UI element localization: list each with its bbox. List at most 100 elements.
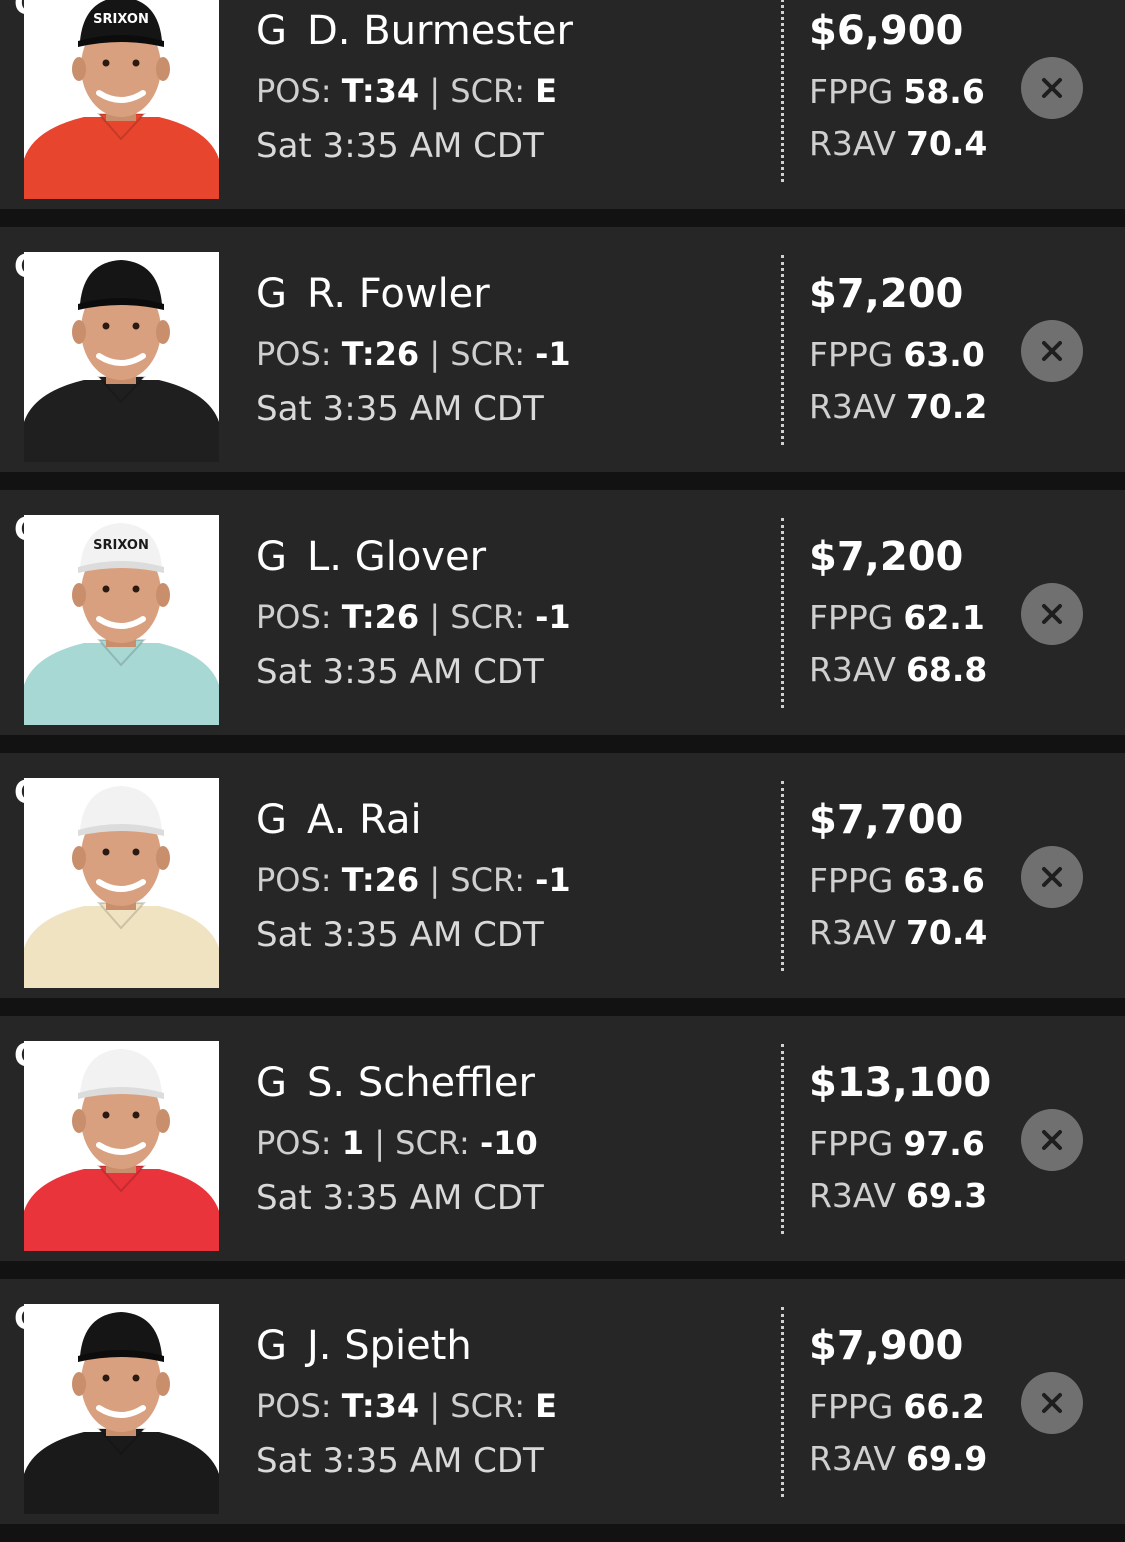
r3av-stat: R3AV 68.8 [809, 650, 987, 689]
player-name[interactable]: G D. Burmester [256, 8, 573, 54]
pos-value: T:26 [341, 335, 420, 373]
r3av-label: R3AV [809, 650, 896, 689]
r3av-stat: R3AV 69.9 [809, 1439, 987, 1478]
divider [781, 255, 784, 445]
player-name[interactable]: G A. Rai [256, 797, 422, 843]
scr-label: SCR: [450, 861, 525, 899]
scr-value: -1 [535, 598, 571, 636]
fppg-stat: FPPG 62.1 [809, 598, 985, 637]
player-headshot [24, 1041, 219, 1251]
close-icon [1042, 1393, 1062, 1413]
player-position: G [256, 271, 287, 317]
player-position: G [256, 1323, 287, 1369]
pos-label: POS: [256, 1387, 332, 1425]
player-salary: $6,900 [809, 8, 964, 54]
player-position: G [256, 534, 287, 580]
r3av-label: R3AV [809, 913, 896, 952]
player-row[interactable]: G SRIXON G D. Burmester POS: T:34 | SCR: … [0, 0, 1125, 209]
player-standing: POS: T:26 | SCR: -1 [256, 861, 571, 899]
pos-value: T:26 [341, 598, 420, 636]
r3av-value: 70.4 [905, 124, 988, 163]
close-icon [1042, 1130, 1062, 1150]
close-icon [1042, 78, 1062, 98]
player-headshot: SRIXON [24, 0, 219, 199]
r3av-value: 68.8 [905, 650, 988, 689]
r3av-value: 69.9 [905, 1439, 988, 1478]
player-position: G [256, 797, 287, 843]
player-headshot [24, 778, 219, 988]
player-salary: $7,700 [809, 797, 964, 843]
pos-label: POS: [256, 335, 332, 373]
remove-player-button[interactable] [1021, 846, 1083, 908]
r3av-label: R3AV [809, 1176, 896, 1215]
scr-label: SCR: [450, 335, 525, 373]
lineup-list: G SRIXON G D. Burmester POS: T:34 | SCR: … [0, 0, 1125, 1542]
player-row[interactable]: G G A. Rai POS: T:26 | SCR: -1 Sat 3:35 A… [0, 753, 1125, 998]
player-standing: POS: T:34 | SCR: E [256, 1387, 557, 1425]
r3av-value: 69.3 [905, 1176, 988, 1215]
player-name-text: R. Fowler [307, 271, 490, 317]
player-row[interactable]: G G R. Fowler POS: T:26 | SCR: -1 Sat 3:3… [0, 227, 1125, 472]
player-salary: $7,200 [809, 534, 964, 580]
r3av-stat: R3AV 70.2 [809, 387, 987, 426]
player-row[interactable]: G G J. Spieth POS: T:34 | SCR: E Sat 3:35… [0, 1279, 1125, 1524]
remove-player-button[interactable] [1021, 57, 1083, 119]
scr-label: SCR: [395, 1124, 470, 1162]
player-name[interactable]: G R. Fowler [256, 271, 490, 317]
fppg-label: FPPG [809, 1387, 894, 1426]
pos-value: T:26 [341, 861, 420, 899]
scr-label: SCR: [450, 72, 525, 110]
remove-player-button[interactable] [1021, 583, 1083, 645]
scr-value: -1 [535, 861, 571, 899]
player-name-text: D. Burmester [307, 8, 573, 54]
r3av-value: 70.2 [905, 387, 988, 426]
tee-time: Sat 3:35 AM CDT [256, 1178, 544, 1218]
pos-label: POS: [256, 598, 332, 636]
close-icon [1042, 604, 1062, 624]
scr-label: SCR: [450, 1387, 525, 1425]
player-standing: POS: 1 | SCR: -10 [256, 1124, 538, 1162]
player-name-text: A. Rai [307, 797, 422, 843]
pos-value: T:34 [341, 72, 420, 110]
pos-value: 1 [341, 1124, 365, 1162]
tee-time: Sat 3:35 AM CDT [256, 389, 544, 429]
divider [781, 781, 784, 971]
player-name-text: L. Glover [307, 534, 487, 580]
player-row[interactable]: G SRIXON GL. Glover POS: T:26 | SCR: -1 … [0, 490, 1125, 735]
r3av-stat: R3AV 69.3 [809, 1176, 987, 1215]
remove-player-button[interactable] [1021, 1109, 1083, 1171]
fppg-stat: FPPG 63.0 [809, 335, 985, 374]
svg-text:SRIXON: SRIXON [93, 12, 149, 27]
r3av-value: 70.4 [905, 913, 988, 952]
remove-player-button[interactable] [1021, 1372, 1083, 1434]
svg-text:SRIXON: SRIXON [93, 538, 149, 553]
player-name[interactable]: G J. Spieth [256, 1323, 472, 1369]
fppg-value: 66.2 [903, 1387, 985, 1426]
player-row[interactable]: G G S. Scheffler POS: 1 | SCR: -10 Sat 3:… [0, 1016, 1125, 1261]
divider [781, 1044, 784, 1234]
close-icon [1042, 867, 1062, 887]
r3av-stat: R3AV 70.4 [809, 913, 987, 952]
fppg-value: 58.6 [903, 72, 985, 111]
tee-time: Sat 3:35 AM CDT [256, 915, 544, 955]
player-position: G [256, 1060, 287, 1106]
divider [781, 518, 784, 708]
player-name[interactable]: G L. Glover [256, 534, 486, 580]
player-headshot: SRIXON [24, 515, 219, 725]
fppg-value: 63.0 [903, 335, 985, 374]
remove-player-button[interactable] [1021, 320, 1083, 382]
scr-value: -1 [535, 335, 571, 373]
tee-time: Sat 3:35 AM CDT [256, 652, 544, 692]
fppg-stat: FPPG 66.2 [809, 1387, 985, 1426]
scr-value: -10 [480, 1124, 538, 1162]
player-name[interactable]: G S. Scheffler [256, 1060, 535, 1106]
fppg-label: FPPG [809, 598, 894, 637]
tee-time: Sat 3:35 AM CDT [256, 126, 544, 166]
r3av-label: R3AV [809, 387, 896, 426]
player-position: G [256, 8, 287, 54]
player-name-text: J. Spieth [307, 1323, 472, 1369]
divider [781, 0, 784, 182]
player-standing: POS: T:34 | SCR: E [256, 72, 557, 110]
pos-value: T:34 [341, 1387, 420, 1425]
player-salary: $7,200 [809, 271, 964, 317]
